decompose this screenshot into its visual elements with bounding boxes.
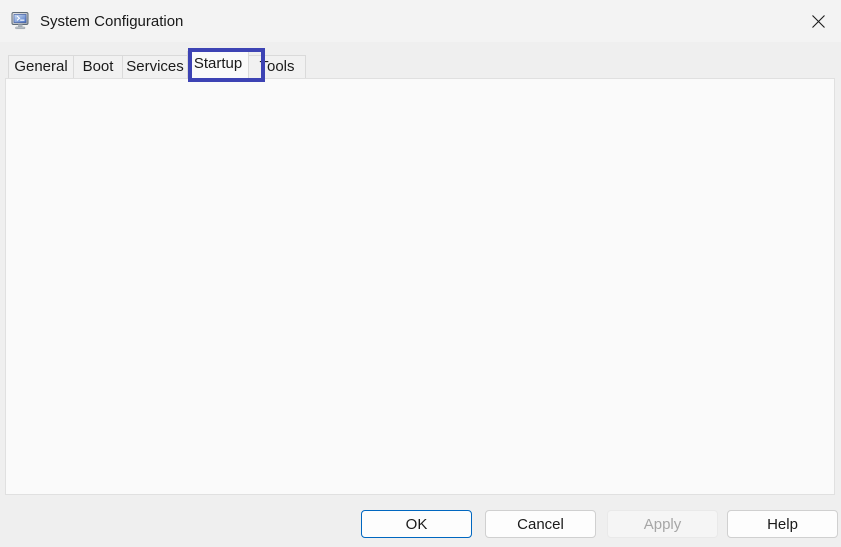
tab-boot[interactable]: Boot bbox=[73, 55, 123, 78]
startup-tab-pane bbox=[5, 78, 835, 495]
tab-startup[interactable]: Startup bbox=[187, 51, 249, 79]
close-button[interactable] bbox=[795, 0, 841, 42]
apply-button[interactable]: Apply bbox=[607, 510, 718, 538]
tab-tools-label: Tools bbox=[259, 57, 295, 75]
system-configuration-window: System Configuration General Boot Servic… bbox=[0, 0, 841, 547]
cancel-button[interactable]: Cancel bbox=[485, 510, 596, 538]
tab-services[interactable]: Services bbox=[122, 55, 188, 78]
ok-button[interactable]: OK bbox=[361, 510, 472, 538]
window-title: System Configuration bbox=[40, 12, 184, 30]
tab-services-label: Services bbox=[126, 57, 184, 75]
tab-general-label: General bbox=[14, 57, 68, 75]
titlebar: System Configuration bbox=[0, 0, 841, 42]
help-button[interactable]: Help bbox=[727, 510, 838, 538]
close-icon bbox=[811, 14, 825, 28]
tab-startup-label: Startup bbox=[193, 55, 243, 72]
tab-boot-label: Boot bbox=[82, 57, 114, 75]
tab-general[interactable]: General bbox=[8, 55, 74, 78]
msconfig-app-icon bbox=[11, 12, 29, 30]
tab-tools[interactable]: Tools bbox=[248, 55, 306, 78]
tab-strip: General Boot Services Startup Tools bbox=[8, 51, 306, 79]
